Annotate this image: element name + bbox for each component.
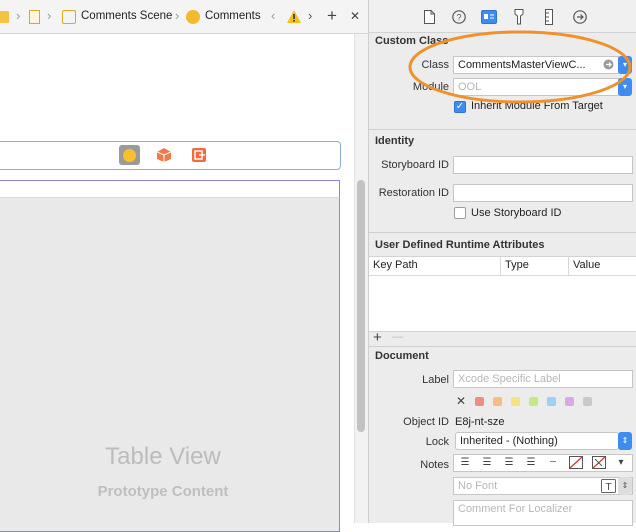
- inherit-module-checkbox[interactable]: ✓: [454, 101, 466, 113]
- file-inspector-icon[interactable]: [424, 10, 435, 24]
- font-picker-icon[interactable]: T: [601, 479, 616, 493]
- column-header-value[interactable]: Value: [573, 259, 600, 271]
- view-controller-icon[interactable]: [186, 10, 200, 24]
- label-color-green[interactable]: [529, 397, 538, 406]
- notes-label: Notes: [420, 459, 449, 471]
- storyboard-file-icon[interactable]: [29, 10, 40, 24]
- section-divider: [369, 232, 636, 233]
- breadcrumb-view-controller[interactable]: Comments: [205, 10, 261, 22]
- table-view-title: Table View: [105, 443, 221, 470]
- class-combo-box[interactable]: CommentsMasterViewC...: [453, 56, 619, 74]
- custom-class-heading: Custom Class: [375, 35, 449, 47]
- chevron-left-icon[interactable]: ‹: [271, 8, 275, 23]
- chevron-right-icon: ›: [16, 8, 21, 23]
- align-right-icon[interactable]: ☰: [499, 455, 519, 471]
- scrollbar-thumb[interactable]: [357, 180, 365, 432]
- add-editor-button[interactable]: +: [327, 6, 337, 26]
- object-id-label: Object ID: [403, 416, 449, 428]
- add-attribute-button[interactable]: +: [373, 329, 382, 346]
- connections-inspector-icon[interactable]: [573, 10, 587, 24]
- column-divider: [568, 256, 569, 275]
- restoration-id-field[interactable]: [453, 184, 633, 202]
- font-stepper[interactable]: ⇕: [618, 477, 632, 495]
- chevron-right-icon: ›: [47, 8, 52, 23]
- more-options-icon[interactable]: ▾: [612, 455, 630, 471]
- document-heading: Document: [375, 350, 429, 362]
- chevron-right-icon: ›: [175, 8, 180, 23]
- align-natural-icon[interactable]: ┄: [543, 455, 563, 471]
- inspector-tab-bar: [369, 0, 636, 33]
- module-label: Module: [412, 81, 449, 93]
- label-color-orange[interactable]: [493, 397, 502, 406]
- table-view-subtitle: Prototype Content: [97, 483, 229, 500]
- remove-attribute-button[interactable]: —: [392, 331, 403, 343]
- first-responder-icon[interactable]: [157, 148, 171, 162]
- column-divider: [500, 256, 501, 275]
- clear-color-icon[interactable]: ✕: [456, 394, 466, 408]
- label-color-purple[interactable]: [565, 397, 574, 406]
- svg-text:T: T: [605, 482, 611, 493]
- lock-popup[interactable]: Inherited - (Nothing): [455, 432, 619, 450]
- storyboard-id-field[interactable]: [453, 156, 633, 174]
- attributes-inspector-icon[interactable]: [513, 9, 525, 25]
- document-label-label: Label: [422, 374, 449, 386]
- align-center-icon[interactable]: ☰: [477, 455, 497, 471]
- label-color-red[interactable]: [475, 397, 484, 406]
- text-color-icon[interactable]: [569, 456, 583, 469]
- view-controller-icon: [123, 149, 136, 162]
- status-bar-area: [0, 180, 340, 198]
- label-color-gray[interactable]: [583, 397, 592, 406]
- identity-inspector-icon[interactable]: [481, 10, 497, 24]
- navigate-arrow-icon[interactable]: [603, 59, 614, 70]
- restoration-id-label: Restoration ID: [378, 187, 449, 199]
- label-color-blue[interactable]: [547, 397, 556, 406]
- table-view-scene[interactable]: [0, 180, 340, 532]
- size-inspector-icon[interactable]: [545, 9, 553, 25]
- localizer-comment-field[interactable]: Comment For Localizer: [453, 500, 633, 526]
- lock-popup-stepper[interactable]: ⇕: [618, 432, 632, 450]
- use-storyboard-id-label: Use Storyboard ID: [471, 207, 562, 219]
- section-divider: [369, 346, 636, 347]
- class-label: Class: [421, 59, 449, 71]
- runtime-attributes-heading: User Defined Runtime Attributes: [375, 239, 545, 251]
- quick-help-icon[interactable]: ?: [452, 10, 466, 24]
- object-id-value: E8j-nt-sze: [455, 416, 505, 428]
- storyboard-id-label: Storyboard ID: [381, 159, 449, 171]
- inherit-module-label: Inherit Module From Target: [471, 100, 603, 112]
- module-combo-box[interactable]: OOL: [453, 78, 619, 96]
- exit-icon[interactable]: [192, 148, 206, 162]
- scene-icon[interactable]: [62, 10, 76, 24]
- label-color-yellow[interactable]: [511, 397, 520, 406]
- svg-text:?: ?: [456, 13, 461, 23]
- identity-heading: Identity: [375, 135, 415, 147]
- background-color-icon[interactable]: [592, 456, 606, 469]
- document-label-field[interactable]: Xcode Specific Label: [453, 370, 633, 388]
- class-dropdown-button[interactable]: ▾: [618, 56, 632, 74]
- chevron-right-icon[interactable]: ›: [308, 8, 312, 23]
- warning-icon[interactable]: [287, 10, 301, 23]
- align-left-icon[interactable]: ☰: [455, 455, 475, 471]
- close-editor-button[interactable]: ✕: [350, 9, 360, 23]
- align-justify-icon[interactable]: ☰: [521, 455, 541, 471]
- folder-icon[interactable]: [0, 11, 9, 23]
- breadcrumb-scene[interactable]: Comments Scene: [81, 10, 172, 22]
- section-divider: [369, 129, 636, 130]
- use-storyboard-id-checkbox[interactable]: [454, 207, 466, 219]
- column-header-type[interactable]: Type: [505, 259, 529, 271]
- jump-bar: [0, 0, 368, 34]
- module-dropdown-button[interactable]: ▾: [618, 78, 632, 96]
- lock-label: Lock: [425, 436, 449, 448]
- column-header-key-path[interactable]: Key Path: [373, 259, 418, 271]
